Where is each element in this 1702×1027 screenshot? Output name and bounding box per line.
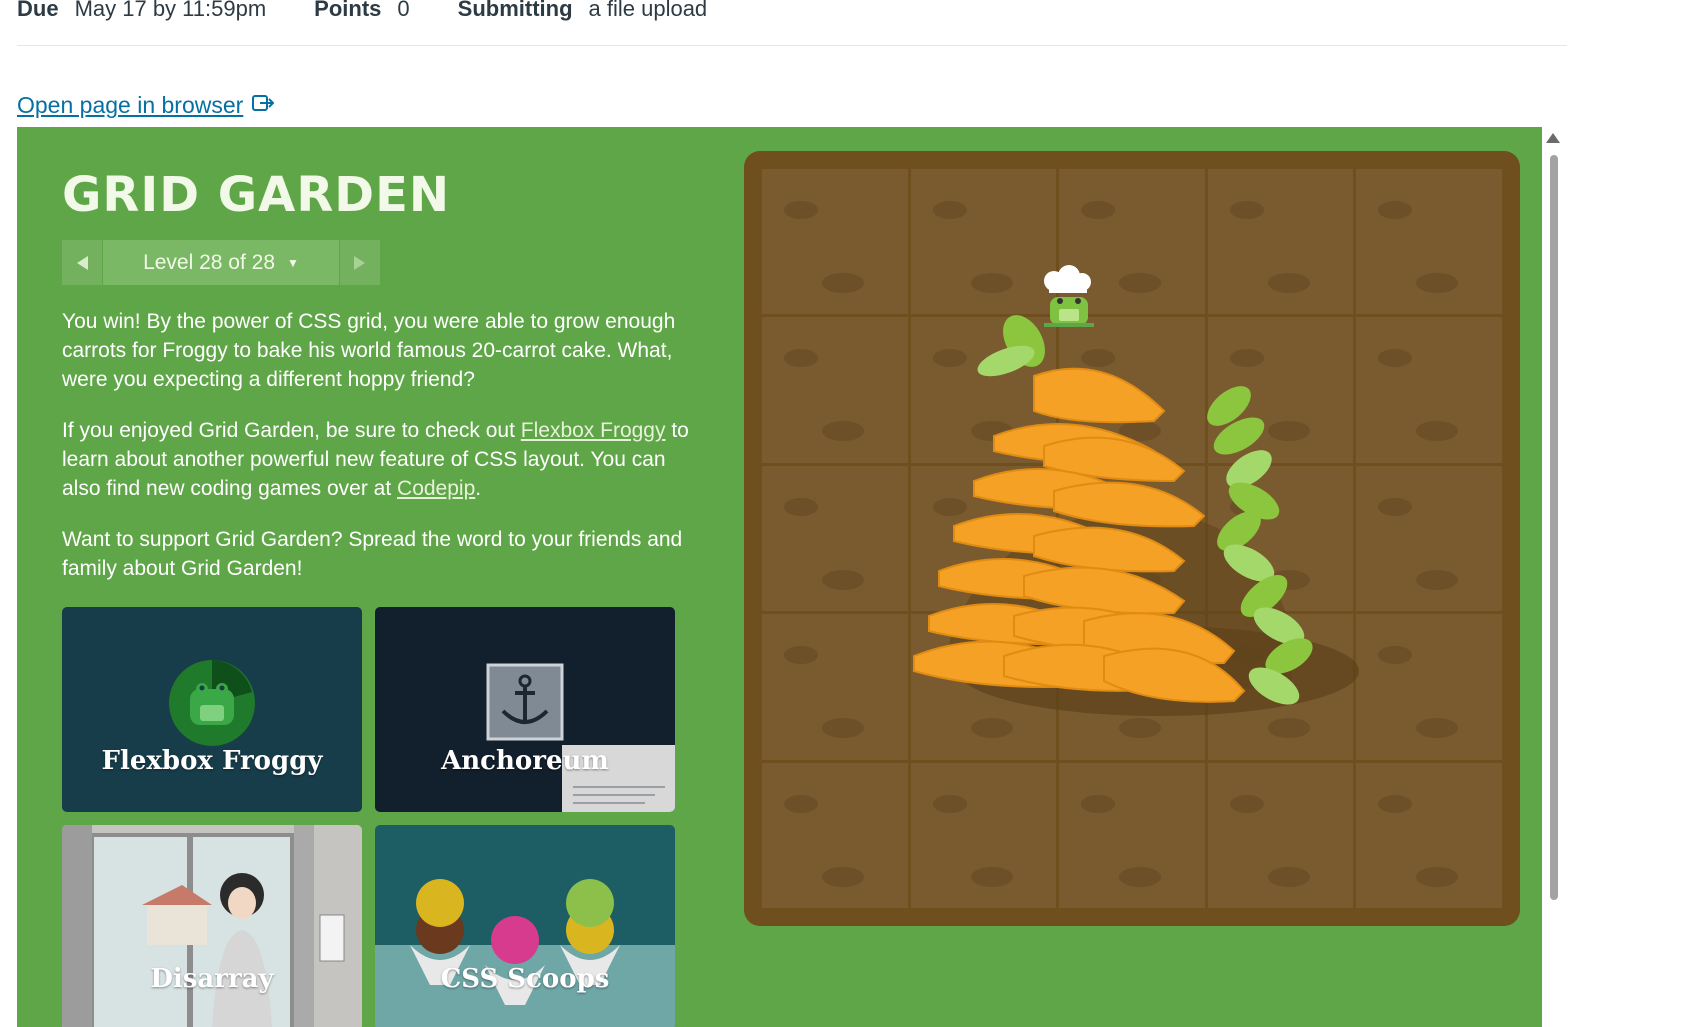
frame-scrollbar[interactable] (1546, 127, 1560, 907)
garden-board (744, 151, 1520, 926)
arrow-right-icon (354, 255, 365, 270)
header-divider (17, 45, 1567, 46)
level-dropdown[interactable]: Level 28 of 28 ▼ (102, 240, 340, 285)
win-message: You win! By the power of CSS grid, you w… (62, 307, 702, 415)
froggy-chef-icon (1044, 265, 1094, 327)
card-disarray[interactable]: Disarray (62, 825, 362, 1027)
card-title: Anchoreum (441, 746, 609, 776)
codepip-link[interactable]: Codepip (397, 477, 475, 500)
win-paragraph: You win! By the power of CSS grid, you w… (62, 310, 676, 391)
ice-cream-icon (375, 879, 675, 1027)
anchor-icon (486, 663, 675, 812)
embedded-game-frame: GRID GARDEN Level 28 of 28 ▼ You win! By… (17, 127, 1542, 1027)
card-anchoreum[interactable]: Anchoreum (375, 607, 675, 812)
card-title: Disarray (150, 964, 274, 994)
due-value: May 17 by 11:59pm (74, 0, 267, 21)
support-message: Want to support Grid Garden? Spread the … (62, 525, 702, 604)
assignment-meta: Due May 17 by 11:59pm Points 0 Submittin… (17, 0, 755, 24)
due-label: Due (17, 0, 59, 21)
promo-text-1: If you enjoyed Grid Garden, be sure to c… (62, 419, 521, 442)
promo-paragraph: If you enjoyed Grid Garden, be sure to c… (62, 416, 702, 503)
level-label: Level 28 of 28 (143, 250, 276, 274)
arrow-left-icon (77, 255, 88, 270)
points-label: Points (314, 0, 382, 21)
caret-down-icon: ▼ (287, 255, 299, 270)
scrollbar-thumb[interactable] (1550, 155, 1558, 900)
scroll-up-icon[interactable] (1546, 133, 1560, 143)
level-selector: Level 28 of 28 ▼ (62, 240, 380, 285)
open-link-label[interactable]: Open page in browser (17, 92, 243, 119)
points-value: 0 (397, 0, 410, 21)
flexbox-froggy-link[interactable]: Flexbox Froggy (521, 419, 666, 442)
external-link-icon (251, 92, 275, 119)
card-flexbox-froggy[interactable]: Flexbox Froggy (62, 607, 362, 812)
frog-icon (169, 660, 255, 746)
page-title: GRID GARDEN (62, 167, 451, 223)
card-title: Flexbox Froggy (101, 746, 323, 776)
open-in-browser-link[interactable]: Open page in browser (17, 92, 275, 119)
previous-level-button[interactable] (62, 240, 102, 285)
promo-text-3: . (475, 477, 482, 500)
next-level-button[interactable] (340, 240, 380, 285)
submitting-value: a file upload (588, 0, 708, 21)
support-paragraph: Want to support Grid Garden? Spread the … (62, 528, 683, 580)
card-css-scoops[interactable]: CSS Scoops (375, 825, 675, 1027)
card-title: CSS Scoops (440, 964, 610, 994)
promo-message: If you enjoyed Grid Garden, be sure to c… (62, 416, 702, 524)
carrot-pile-icon (913, 265, 1359, 716)
room-illustration-icon (62, 825, 362, 1027)
submitting-label: Submitting (457, 0, 573, 21)
